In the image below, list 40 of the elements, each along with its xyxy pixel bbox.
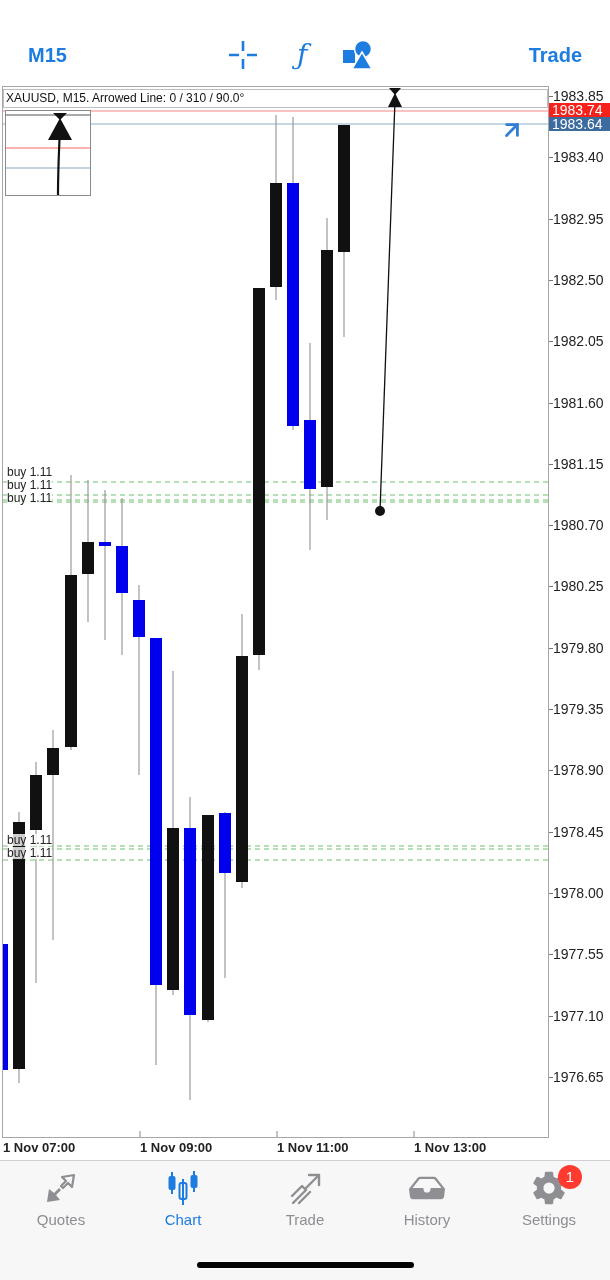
price-axis-label: 1980.25 [553,579,604,594]
time-axis-label: 1 Nov 11:00 [277,1140,349,1156]
trade-button[interactable]: Trade [528,45,582,65]
price-axis-label: 1976.65 [553,1069,604,1084]
timeframe-button[interactable]: M15 [28,45,67,65]
settings-icon [531,1170,567,1206]
price-tag: 1983.64 [549,117,610,131]
tab-bar-item[interactable]: Quotes [0,1161,122,1241]
chart-info-bar: XAUUSD, M15. Arrowed Line: 0 / 310 / 90.0° [3,89,548,108]
price-axis-label: 1978.45 [553,824,604,839]
price-axis-label: 1978.00 [553,885,604,900]
order-label: buy 1.11 [7,479,53,491]
time-axis-label: 1 Nov 07:00 [3,1140,76,1156]
price-axis-label: 1979.80 [553,640,604,655]
order-label: buy 1.11 [7,847,53,859]
price-axis-label: 1978.90 [553,763,604,778]
price-tag: 1983.74 [549,103,610,117]
shapes-icon[interactable] [343,40,374,70]
crosshair-icon[interactable] [228,41,257,69]
tab-bar-item[interactable]: History [366,1161,488,1241]
time-axis-label: 1 Nov 09:00 [140,1140,213,1156]
price-axis-label: 1981.60 [553,395,604,410]
price-axis-label: 1981.15 [553,456,604,471]
price-axis-label: 1980.70 [553,518,604,533]
order-label: buy 1.11 [7,466,53,478]
price-axis-label: 1983.40 [553,150,604,165]
time-axis-label: 1 Nov 13:00 [414,1140,487,1156]
price-axis-label: 1982.50 [553,272,604,287]
tab-bar-item[interactable]: Chart [122,1161,244,1241]
order-label: buy 1.11 [7,492,53,504]
price-axis-label: 1977.55 [553,947,604,962]
price-axis-label: 1982.95 [553,211,604,226]
tab-bar-item[interactable]: Trade [244,1161,366,1241]
price-axis-label: 1982.05 [553,334,604,349]
price-axis-label: 1977.10 [553,1008,604,1023]
order-label: buy 1.11 [7,834,53,846]
price-axis-label: 1979.35 [553,702,604,716]
tab-bar-item[interactable]: 1 Settings [488,1161,610,1241]
price-axis-label: 1983.85 [553,89,604,103]
notification-badge: 1 [558,1165,582,1189]
